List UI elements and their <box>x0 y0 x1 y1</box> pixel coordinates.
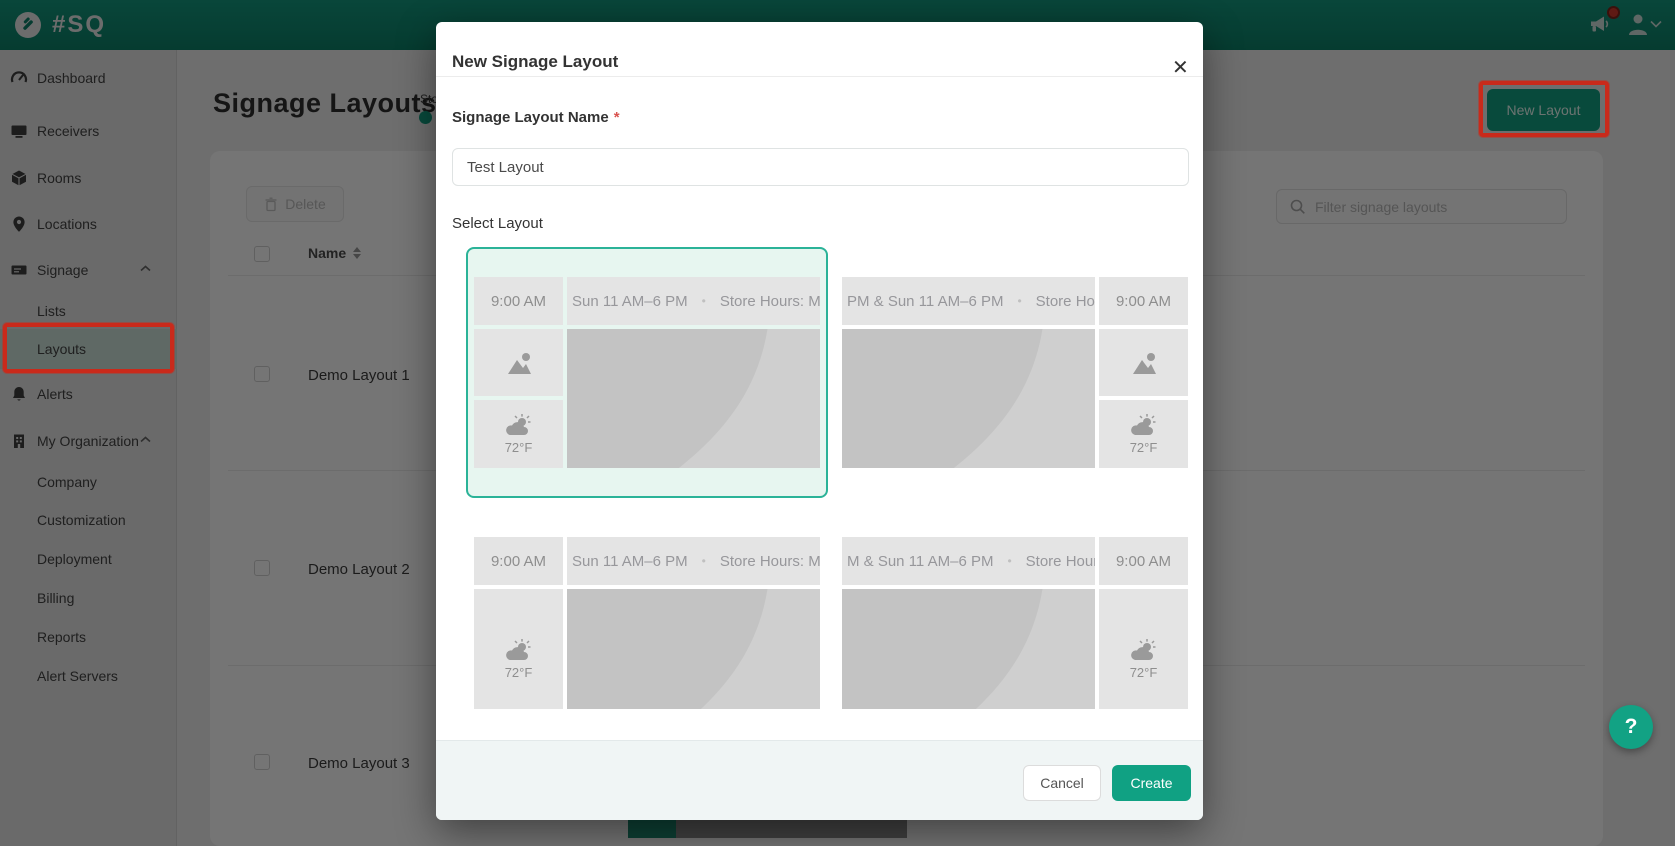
new-signage-layout-modal: New Signage Layout ✕ Signage Layout Name… <box>436 22 1203 820</box>
temperature-label: 72°F <box>1129 440 1158 455</box>
weather-sun-cloud-icon <box>1130 414 1155 435</box>
ticker-separator-dot: • <box>701 554 706 568</box>
signage-layout-name-input[interactable] <box>452 148 1189 186</box>
weather-widget: 72°F <box>1099 400 1188 468</box>
media-curve-shape <box>567 589 820 709</box>
image-placeholder-icon <box>507 352 531 374</box>
image-widget <box>474 329 563 396</box>
ticker-separator-dot: • <box>1007 554 1012 568</box>
ticker-separator-dot: • <box>701 294 706 308</box>
layout-option-4[interactable]: 9:00 AM 72°F M & Sun 11 AM–6 PM • Store … <box>834 507 1196 709</box>
media-placeholder <box>567 329 820 468</box>
clock-widget: 9:00 AM <box>474 277 563 325</box>
ticker-text: Store Hours: M <box>1035 292 1095 310</box>
create-button[interactable]: Create <box>1112 765 1191 801</box>
annotation-box-new-layout <box>1479 81 1609 137</box>
annotation-box-layouts <box>3 323 174 373</box>
media-curve-shape <box>842 329 1095 468</box>
temperature-label: 72°F <box>504 440 533 455</box>
ticker-text: Sun 11 AM–6 PM <box>572 292 688 310</box>
ticker-widget: M & Sun 11 AM–6 PM • Store Hours: M <box>842 537 1095 585</box>
modal-footer: Cancel Create <box>436 740 1203 820</box>
layout-option-3[interactable]: 9:00 AM 72°F Sun 11 AM–6 PM • Store Hour… <box>466 507 828 709</box>
ticker-separator-dot: • <box>1017 294 1022 308</box>
weather-widget: 72°F <box>1099 589 1188 709</box>
help-button[interactable]: ? <box>1609 705 1653 749</box>
layout-option-2[interactable]: 9:00 AM 72°F PM & Sun 11 AM–6 PM • Store… <box>834 247 1196 498</box>
clock-widget: 9:00 AM <box>1099 277 1188 325</box>
ticker-widget: Sun 11 AM–6 PM • Store Hours: Mon–Sa <box>567 277 820 325</box>
select-layout-label: Select Layout <box>452 215 543 232</box>
close-icon[interactable]: ✕ <box>1172 58 1189 78</box>
modal-title: New Signage Layout <box>452 52 619 71</box>
clock-widget: 9:00 AM <box>474 537 563 585</box>
weather-sun-cloud-icon <box>505 638 530 660</box>
modal-body: Signage Layout Name* Select Layout 9:00 … <box>436 77 1203 709</box>
ticker-text: Store Hours: M <box>1025 552 1095 570</box>
cancel-button[interactable]: Cancel <box>1023 765 1101 801</box>
ticker-text: M & Sun 11 AM–6 PM <box>847 552 994 570</box>
app-root: #SQ Dashboard Receiv <box>0 0 1675 846</box>
name-field-label-text: Signage Layout Name <box>452 109 609 126</box>
weather-widget: 72°F <box>474 589 563 709</box>
media-placeholder <box>842 329 1095 468</box>
weather-sun-cloud-icon <box>1130 638 1155 660</box>
temperature-label: 72°F <box>1129 664 1158 680</box>
media-curve-shape <box>567 329 820 468</box>
image-widget <box>1099 329 1188 396</box>
layout-thumbnail: 9:00 AM 72°F <box>474 537 820 709</box>
image-placeholder-icon <box>1132 352 1156 374</box>
ticker-text: Store Hours: Mon–Sa <box>719 292 820 310</box>
media-placeholder <box>567 589 820 709</box>
clock-widget: 9:00 AM <box>1099 537 1188 585</box>
ticker-widget: Sun 11 AM–6 PM • Store Hours: Mon–Sa <box>567 537 820 585</box>
weather-widget: 72°F <box>474 400 563 468</box>
weather-sun-cloud-icon <box>505 414 530 435</box>
ticker-text: PM & Sun 11 AM–6 PM <box>847 292 1004 310</box>
media-curve-shape <box>842 589 1095 709</box>
required-asterisk: * <box>613 109 620 126</box>
layout-thumbnail: 9:00 AM <box>842 277 1188 468</box>
layout-thumbnail: 9:00 AM 72°F <box>842 537 1188 709</box>
layout-option-1[interactable]: 9:00 AM 72°F Sun 11 AM–6 PM • Store Hour… <box>466 247 828 498</box>
temperature-label: 72°F <box>504 664 533 680</box>
media-placeholder <box>842 589 1095 709</box>
ticker-widget: PM & Sun 11 AM–6 PM • Store Hours: M <box>842 277 1095 325</box>
ticker-text: Sun 11 AM–6 PM <box>572 552 688 570</box>
name-field-label: Signage Layout Name * <box>452 109 620 126</box>
ticker-text: Store Hours: Mon–Sa <box>719 552 820 570</box>
layout-thumbnail: 9:00 AM <box>474 277 820 468</box>
